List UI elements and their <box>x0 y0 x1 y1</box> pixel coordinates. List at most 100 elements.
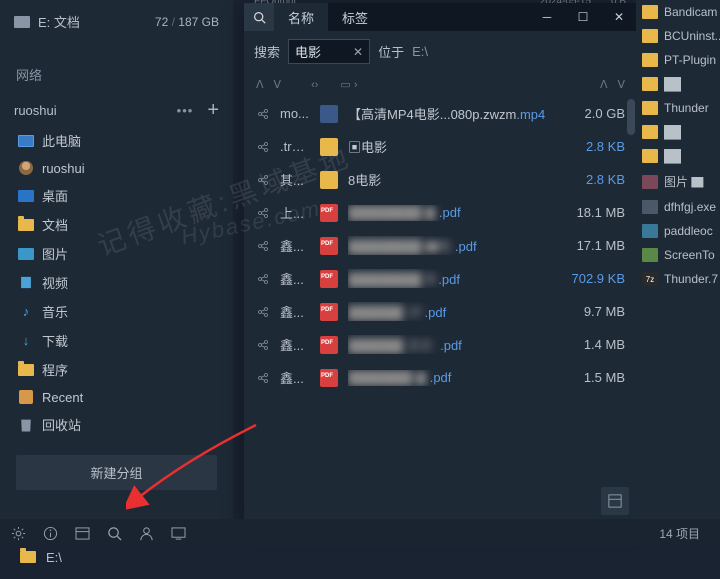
search-icon[interactable] <box>106 525 122 541</box>
result-row[interactable]: mo...【高清MP4电影...080p.zwzm.mp42.0 GB <box>244 97 637 130</box>
result-row[interactable]: .trash▣电影2.8 KB <box>244 130 637 163</box>
result-location: 鑫... <box>280 368 310 387</box>
result-row[interactable]: 鑫...██████ 词".pdf9.7 MB <box>244 295 637 328</box>
nav-tree: 此电脑 ruoshui 桌面文档图片视频♪音乐↓下载程序 Recent回收站 <box>0 124 233 441</box>
sort-down-icon[interactable]: ᐯ <box>617 78 625 91</box>
info-icon[interactable] <box>42 525 58 541</box>
search-input-wrap[interactable]: ✕ <box>288 39 370 64</box>
tree-item-folder[interactable]: 文档 <box>0 210 233 239</box>
result-size: 18.1 MB <box>561 205 625 220</box>
fld-icon <box>642 101 658 115</box>
folder-icon <box>320 138 338 156</box>
tree-item-desktop[interactable]: 桌面 <box>0 181 233 210</box>
maximize-button[interactable]: ☐ <box>565 3 601 31</box>
code-icon[interactable]: ‹› <box>311 79 318 91</box>
file-item[interactable]: paddleoc <box>636 219 720 243</box>
file-item[interactable]: ██ <box>636 72 720 96</box>
user-header: ruoshui ••• + <box>0 90 233 124</box>
right-file-list: BandicamBCUninst...PT-Plugin██Thunder███… <box>636 0 720 520</box>
screen-icon[interactable] <box>170 525 186 541</box>
file-item[interactable]: BCUninst... <box>636 24 720 48</box>
file-label: ██ <box>664 125 681 139</box>
file-item[interactable]: dfhfgj.exe <box>636 195 720 219</box>
search-path[interactable]: E:\ <box>412 44 428 59</box>
music-icon: ♪ <box>18 304 34 320</box>
drive-label: E: 文档 <box>38 12 147 31</box>
file-item[interactable]: 图片 ▇ <box>636 168 720 195</box>
file-item[interactable]: Bandicam <box>636 0 720 24</box>
panel-icon[interactable] <box>74 525 90 541</box>
fld-icon <box>642 77 658 91</box>
app-icon <box>642 248 658 262</box>
result-row[interactable]: 上...████████ ▇ .pdf18.1 MB <box>244 196 637 229</box>
file-item[interactable]: ██ <box>636 144 720 168</box>
tree-item-trash[interactable]: 回收站 <box>0 410 233 439</box>
tree-label: 此电脑 <box>42 131 81 150</box>
tree-item-video[interactable]: 视频 <box>0 268 233 297</box>
result-row[interactable]: 其...8电影2.8 KB <box>244 163 637 196</box>
nav-down-icon[interactable]: ᐯ <box>274 78 282 91</box>
pdf-icon <box>320 369 338 387</box>
titlebar[interactable]: 名称 标签 ─ ☐ ✕ <box>244 3 637 31</box>
folder-nav-icon[interactable]: ▭ › <box>340 78 357 91</box>
tree-label: 桌面 <box>42 186 68 205</box>
clear-icon[interactable]: ✕ <box>353 45 363 59</box>
user-icon[interactable] <box>138 525 154 541</box>
result-row[interactable]: 鑫...████████ 影.pdf702.9 KB <box>244 262 637 295</box>
share-icon <box>256 272 270 286</box>
search-window: 名称 标签 ─ ☐ ✕ 搜索 ✕ 位于 E:\ ᐱ ᐯ ‹› ▭ › ᐱ ᐯ m… <box>244 3 637 523</box>
tree-label: ruoshui <box>42 161 85 176</box>
folder-icon <box>20 549 36 565</box>
search-icon[interactable] <box>244 3 274 31</box>
bottom-toolbar: 14 项目 <box>0 519 720 547</box>
result-row[interactable]: 鑫...███████ ▇ .pdf1.5 MB <box>244 361 637 394</box>
new-group-button[interactable]: 新建分组 <box>16 455 217 490</box>
tab-tag[interactable]: 标签 <box>328 3 382 31</box>
network-section[interactable]: 网络 <box>0 51 233 90</box>
file-item[interactable]: ScreenTo <box>636 243 720 267</box>
result-filename: ▣电影 <box>348 137 551 156</box>
result-row[interactable]: 鑫...████████ ▇租 .pdf17.1 MB <box>244 229 637 262</box>
tree-item-pc[interactable]: 此电脑 <box>0 126 233 155</box>
minimize-button[interactable]: ─ <box>529 3 565 31</box>
file-label: paddleoc <box>664 224 713 238</box>
result-location: 鑫... <box>280 236 310 255</box>
pdf-icon <box>320 237 338 255</box>
results-toolbar: ᐱ ᐯ ‹› ▭ › ᐱ ᐯ <box>244 72 637 97</box>
file-item[interactable]: PT-Plugin <box>636 48 720 72</box>
tree-label: 程序 <box>42 360 68 379</box>
add-icon[interactable]: + <box>207 100 219 120</box>
history-item[interactable]: E:\ <box>0 543 233 571</box>
fld-icon <box>642 53 658 67</box>
tree-item-recent[interactable]: Recent <box>0 384 233 410</box>
nav-up-icon[interactable]: ᐱ <box>256 78 264 91</box>
scrollbar[interactable] <box>627 99 635 135</box>
tree-item-folder[interactable]: 程序 <box>0 355 233 384</box>
file-label: Thunder <box>664 101 709 115</box>
close-button[interactable]: ✕ <box>601 3 637 31</box>
tab-name[interactable]: 名称 <box>274 3 328 31</box>
result-location: 鑫... <box>280 269 310 288</box>
tree-item-pic[interactable]: 图片 <box>0 239 233 268</box>
result-row[interactable]: 鑫...██████ 坚定. .pdf1.4 MB <box>244 328 637 361</box>
file-label: Thunder.7 <box>664 272 718 286</box>
sort-up-icon[interactable]: ᐱ <box>600 78 608 91</box>
search-input[interactable] <box>295 44 347 59</box>
more-icon[interactable]: ••• <box>177 103 194 118</box>
share-icon <box>256 338 270 352</box>
drive-row[interactable]: E: 文档 72 / 187 GB <box>0 0 233 43</box>
result-size: 2.8 KB <box>561 139 625 154</box>
settings-icon[interactable] <box>10 525 26 541</box>
share-icon <box>256 107 270 121</box>
file-item[interactable]: ██ <box>636 120 720 144</box>
view-toggle-button[interactable] <box>601 487 629 515</box>
left-sidebar: E: 文档 72 / 187 GB 网络 ruoshui ••• + 此电脑 ru… <box>0 0 233 547</box>
fld-icon <box>642 5 658 19</box>
tree-item-music[interactable]: ♪音乐 <box>0 297 233 326</box>
fld-icon <box>642 125 658 139</box>
file-item[interactable]: Thunder <box>636 96 720 120</box>
item-count: 14 项目 <box>659 525 710 542</box>
tree-item-user[interactable]: ruoshui <box>0 155 233 181</box>
tree-item-dl[interactable]: ↓下载 <box>0 326 233 355</box>
file-item[interactable]: 7zThunder.7 <box>636 267 720 291</box>
